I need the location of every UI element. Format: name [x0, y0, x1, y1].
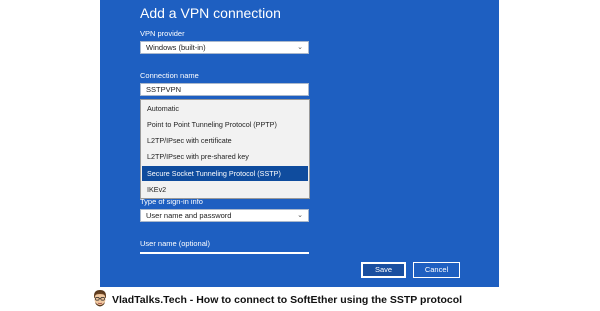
- dropdown-option[interactable]: IKEv2: [142, 182, 308, 197]
- dialog-title: Add a VPN connection: [140, 5, 281, 21]
- vpn-type-dropdown[interactable]: Automatic Point to Point Tunneling Proto…: [140, 99, 310, 199]
- dropdown-option[interactable]: L2TP/IPsec with certificate: [142, 133, 308, 148]
- connection-name-input[interactable]: SSTPVPN: [140, 83, 309, 96]
- caption-bar: VladTalks.Tech - How to connect to SoftE…: [90, 289, 520, 311]
- save-button[interactable]: Save: [361, 262, 406, 278]
- sign-in-type-select[interactable]: User name and password ⌄: [140, 209, 309, 222]
- chevron-down-icon: ⌄: [297, 44, 303, 51]
- connection-name-value: SSTPVPN: [146, 85, 182, 94]
- vpn-provider-value: Windows (built-in): [146, 43, 206, 52]
- cancel-button[interactable]: Cancel: [413, 262, 460, 278]
- cartoon-avatar-icon: [94, 290, 106, 307]
- username-input[interactable]: [140, 252, 309, 254]
- vpn-provider-label: VPN provider: [140, 29, 185, 38]
- dropdown-option-selected[interactable]: Secure Socket Tunneling Protocol (SSTP): [142, 166, 308, 181]
- dropdown-option[interactable]: Point to Point Tunneling Protocol (PPTP): [142, 117, 308, 132]
- dropdown-option[interactable]: Automatic: [142, 101, 308, 116]
- vpn-dialog: Add a VPN connection VPN provider Window…: [100, 0, 499, 287]
- sign-in-type-value: User name and password: [146, 211, 232, 220]
- vpn-provider-select[interactable]: Windows (built-in) ⌄: [140, 41, 309, 54]
- connection-name-label: Connection name: [140, 71, 199, 80]
- dropdown-option[interactable]: L2TP/IPsec with pre-shared key: [142, 149, 308, 164]
- chevron-down-icon: ⌄: [297, 212, 303, 219]
- caption-text: VladTalks.Tech - How to connect to SoftE…: [112, 294, 463, 306]
- username-label: User name (optional): [140, 239, 211, 248]
